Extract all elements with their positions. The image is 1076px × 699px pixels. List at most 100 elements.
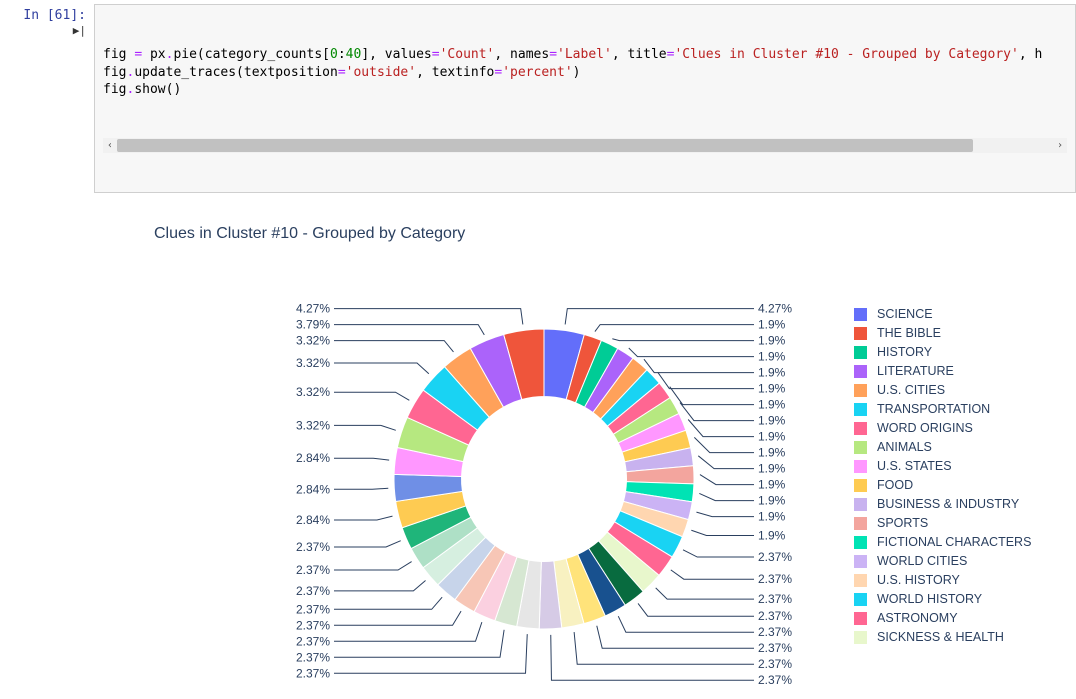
legend-item[interactable]: SPORTS — [854, 514, 1076, 533]
legend-swatch — [854, 308, 867, 321]
legend-label: U.S. HISTORY — [877, 571, 960, 590]
pie-percent-label: 2.37% — [296, 540, 330, 554]
legend-item[interactable]: LITERATURE — [854, 362, 1076, 381]
pie-percent-label: 1.9% — [758, 398, 786, 412]
legend-label: WORD ORIGINS — [877, 419, 973, 438]
legend-label: HISTORY — [877, 343, 932, 362]
pie-percent-label: 2.37% — [758, 572, 792, 586]
legend-swatch — [854, 346, 867, 359]
legend-swatch — [854, 460, 867, 473]
legend-label: SCIENCE — [877, 305, 933, 324]
pie-percent-label: 2.37% — [758, 641, 792, 655]
legend-item[interactable]: FOOD — [854, 476, 1076, 495]
output-area: Clues in Cluster #10 - Grouped by Catego… — [94, 193, 1076, 699]
pie-percent-label: 2.84% — [296, 513, 330, 527]
pie-percent-label: 2.37% — [296, 563, 330, 577]
legend-swatch — [854, 498, 867, 511]
pie-percent-label: 1.9% — [758, 528, 786, 542]
legend-swatch — [854, 536, 867, 549]
code-editor[interactable]: fig = px.pie(category_counts[0:40], valu… — [94, 4, 1076, 193]
prompt-label: In [61]: — [23, 8, 86, 23]
pie-percent-label: 1.9% — [758, 494, 786, 508]
legend-label: BUSINESS & INDUSTRY — [877, 495, 1019, 514]
pie-percent-label: 4.27% — [296, 302, 330, 316]
legend-item[interactable]: WORLD HISTORY — [854, 590, 1076, 609]
pie-percent-label: 2.37% — [296, 634, 330, 648]
legend-item[interactable]: WORD ORIGINS — [854, 419, 1076, 438]
legend-item[interactable]: BUSINESS & INDUSTRY — [854, 495, 1076, 514]
legend-item[interactable]: U.S. CITIES — [854, 381, 1076, 400]
legend-label: U.S. CITIES — [877, 381, 945, 400]
legend-swatch — [854, 365, 867, 378]
legend-swatch — [854, 555, 867, 568]
pie-percent-label: 2.37% — [296, 618, 330, 632]
code-line: fig.show() — [103, 81, 1067, 99]
legend-swatch — [854, 441, 867, 454]
pie-percent-label: 4.27% — [758, 302, 792, 316]
pie-percent-label: 2.84% — [296, 451, 330, 465]
pie-percent-label: 2.37% — [758, 673, 792, 687]
pie-percent-label: 1.9% — [758, 414, 786, 428]
pie-percent-label: 1.9% — [758, 430, 786, 444]
legend-item[interactable]: ASTRONOMY — [854, 609, 1076, 628]
pie-percent-label: 3.32% — [296, 385, 330, 399]
pie-percent-label: 2.37% — [758, 657, 792, 671]
pie-percent-label: 1.9% — [758, 478, 786, 492]
pie-percent-label: 1.9% — [758, 462, 786, 476]
code-line: fig = px.pie(category_counts[0:40], valu… — [103, 46, 1067, 64]
input-prompt: In [61]: ▶| — [0, 4, 94, 193]
legend-label: THE BIBLE — [877, 324, 941, 343]
legend-swatch — [854, 384, 867, 397]
legend-swatch — [854, 517, 867, 530]
legend-label: FICTIONAL CHARACTERS — [877, 533, 1031, 552]
legend-swatch — [854, 631, 867, 644]
legend-label: FOOD — [877, 476, 913, 495]
pie-percent-label: 2.37% — [758, 592, 792, 606]
chart-title: Clues in Cluster #10 - Grouped by Catego… — [154, 225, 1076, 243]
legend-item[interactable]: SCIENCE — [854, 305, 1076, 324]
legend-item[interactable]: SICKNESS & HEALTH — [854, 628, 1076, 647]
pie-percent-label: 2.37% — [758, 609, 792, 623]
pie-percent-label: 1.9% — [758, 382, 786, 396]
legend-swatch — [854, 327, 867, 340]
legend-label: ASTRONOMY — [877, 609, 958, 628]
scroll-left-icon[interactable]: ‹ — [103, 138, 117, 153]
legend-label: TRANSPORTATION — [877, 400, 990, 419]
pie-percent-label: 2.37% — [296, 584, 330, 598]
legend-item[interactable]: U.S. STATES — [854, 457, 1076, 476]
scroll-right-icon[interactable]: › — [1053, 138, 1067, 153]
code-horizontal-scrollbar[interactable]: ‹ › — [103, 138, 1067, 153]
pie-percent-label: 1.9% — [758, 366, 786, 380]
legend-item[interactable]: THE BIBLE — [854, 324, 1076, 343]
pie-percent-label: 3.32% — [296, 356, 330, 370]
legend-item[interactable]: ANIMALS — [854, 438, 1076, 457]
legend-label: U.S. STATES — [877, 457, 952, 476]
chart-legend[interactable]: SCIENCETHE BIBLEHISTORYLITERATUREU.S. CI… — [854, 305, 1076, 665]
pie-percent-label: 3.79% — [296, 318, 330, 332]
pie-percent-label: 3.32% — [296, 334, 330, 348]
pie-percent-label: 2.37% — [296, 666, 330, 680]
legend-swatch — [854, 422, 867, 435]
pie-percent-label: 2.37% — [296, 650, 330, 664]
legend-label: ANIMALS — [877, 438, 932, 457]
pie-percent-label: 3.32% — [296, 418, 330, 432]
legend-item[interactable]: HISTORY — [854, 343, 1076, 362]
pie-percent-label: 1.9% — [758, 350, 786, 364]
code-column: fig = px.pie(category_counts[0:40], valu… — [94, 4, 1076, 193]
scrollbar-thumb[interactable] — [117, 139, 973, 152]
pie-percent-label: 1.9% — [758, 334, 786, 348]
code-cell: In [61]: ▶| fig = px.pie(category_counts… — [0, 0, 1076, 193]
legend-label: WORLD HISTORY — [877, 590, 982, 609]
legend-swatch — [854, 403, 867, 416]
pie-percent-label: 1.9% — [758, 446, 786, 460]
legend-item[interactable]: U.S. HISTORY — [854, 571, 1076, 590]
legend-label: SICKNESS & HEALTH — [877, 628, 1004, 647]
run-cell-icon[interactable]: ▶| — [73, 24, 86, 37]
legend-item[interactable]: FICTIONAL CHARACTERS — [854, 533, 1076, 552]
legend-swatch — [854, 574, 867, 587]
pie-chart[interactable]: 4.27% 1.9% 1.9% 1.9% 1.9% 1.9% 1.9% 1.9% 1.9% 1.9… — [134, 249, 854, 689]
legend-item[interactable]: WORLD CITIES — [854, 552, 1076, 571]
legend-item[interactable]: TRANSPORTATION — [854, 400, 1076, 419]
code-line: fig.update_traces(textposition='outside'… — [103, 64, 1067, 82]
pie-percent-label: 1.9% — [758, 318, 786, 332]
